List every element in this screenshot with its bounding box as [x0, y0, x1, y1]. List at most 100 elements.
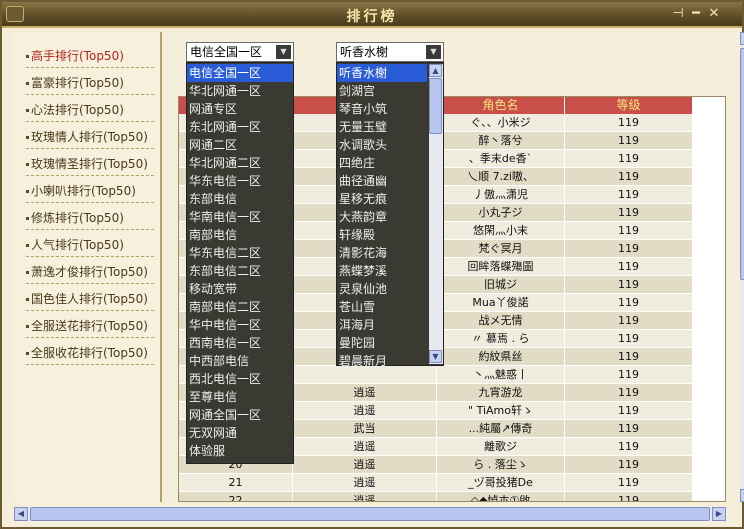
category-list: 高手排行(Top50) 富豪排行(Top50) 心法排行(Top50) 玫瑰情人排行(…	[12, 32, 162, 502]
category-item[interactable]: 玫瑰情圣排行(Top50)	[26, 152, 154, 176]
dropdown-option[interactable]: 移动宽带	[187, 280, 293, 298]
cell-level: 119	[565, 258, 693, 276]
dropdown-option[interactable]: 苍山雪	[337, 298, 427, 316]
chevron-down-icon[interactable]: ▼	[276, 45, 291, 59]
col-header-level[interactable]: 等级	[565, 97, 693, 114]
server-select[interactable]: 电信全国一区 ▼	[186, 42, 294, 62]
dropdown-option[interactable]: 华东电信二区	[187, 244, 293, 262]
dropdown-option[interactable]: 无双网通	[187, 424, 293, 442]
dropdown-option[interactable]: 南部电信二区	[187, 298, 293, 316]
dropdown-option[interactable]: 东北网通一区	[187, 118, 293, 136]
category-item[interactable]: 国色佳人排行(Top50)	[26, 287, 154, 311]
dropdown-option[interactable]: 体验服	[187, 442, 293, 460]
chevron-down-icon[interactable]: ▼	[426, 45, 441, 59]
cell-name: 悠閑灬小末	[437, 222, 565, 240]
category-item[interactable]: 小喇叭排行(Top50)	[26, 179, 154, 203]
dropdown-option[interactable]: 燕蝶梦溪	[337, 262, 427, 280]
dropdown-option[interactable]: 无量玉璧	[337, 118, 427, 136]
pin-icon[interactable]: ⊣	[670, 6, 686, 22]
dropdown-option[interactable]: 轩缘殿	[337, 226, 427, 244]
scroll-up-icon[interactable]: ▲	[740, 32, 744, 45]
dropdown-option[interactable]: 琴音小筑	[337, 100, 427, 118]
dropdown-option[interactable]: 曼陀园	[337, 334, 427, 352]
cell-name: ら . 落尘ゝ	[437, 456, 565, 474]
dropdown-option[interactable]: 星移无痕	[337, 190, 427, 208]
dropdown-option[interactable]: 网通全国一区	[187, 406, 293, 424]
category-item[interactable]: 玫瑰情人排行(Top50)	[26, 125, 154, 149]
cell-name: 梵ぐ冥月	[437, 240, 565, 258]
category-label: 全服送花排行(Top50)	[31, 319, 148, 333]
scroll-left-icon[interactable]: ◀	[14, 507, 28, 521]
dropdown-option[interactable]: 华北网通一区	[187, 82, 293, 100]
dropdown-option[interactable]: 西南电信一区	[187, 334, 293, 352]
category-item[interactable]: 人气排行(Top50)	[26, 233, 154, 257]
dropdown-option[interactable]: 东部电信二区	[187, 262, 293, 280]
scroll-right-icon[interactable]: ▶	[712, 507, 726, 521]
bullet-icon	[26, 298, 29, 301]
table-vertical-scrollbar[interactable]: ▲ ▼	[740, 32, 744, 502]
bullet-icon	[26, 109, 29, 112]
scroll-up-icon[interactable]: ▲	[429, 64, 442, 77]
dropdown-option[interactable]: 洱海月	[337, 316, 427, 334]
table-row[interactable]: 22 逍遥 ◇◆悼朩①敓 119	[179, 492, 725, 501]
dropdown-option[interactable]: 东部电信	[187, 190, 293, 208]
category-item[interactable]: 萧逸才俊排行(Top50)	[26, 260, 154, 284]
hscroll-thumb[interactable]	[30, 507, 710, 521]
category-item[interactable]: 全服收花排行(Top50)	[26, 341, 154, 365]
dropdown-option[interactable]: 四绝庄	[337, 154, 427, 172]
sub-select[interactable]: 听香水榭 ▼	[336, 42, 444, 62]
table-row[interactable]: 21 逍遥 _ヅ哥投猪De 119	[179, 474, 725, 492]
cell-level: 119	[565, 276, 693, 294]
scroll-down-icon[interactable]: ▼	[429, 350, 442, 363]
bullet-icon	[26, 244, 29, 247]
category-item[interactable]: 全服送花排行(Top50)	[26, 314, 154, 338]
category-label: 修炼排行(Top50)	[31, 211, 124, 225]
dropdown-option[interactable]: 清影花海	[337, 244, 427, 262]
scroll-thumb[interactable]	[740, 48, 744, 280]
sub-dropdown: 听香水榭 剑湖宫 琴音小筑 无量玉璧 水调歌头 四绝庄 曲径通幽 星移无痕 大燕韵章 轩缘殿 清影花…	[336, 62, 444, 368]
cell-sect: 逍遥	[293, 474, 437, 492]
dropdown-option[interactable]: 水调歌头	[337, 136, 427, 154]
category-label: 人气排行(Top50)	[31, 238, 124, 252]
dropdown-option[interactable]: 至尊电信	[187, 388, 293, 406]
dropdown-option[interactable]: 西北电信一区	[187, 370, 293, 388]
dropdown-option[interactable]: 电信全国一区	[187, 64, 293, 82]
category-label: 高手排行(Top50)	[31, 49, 124, 63]
cell-name: 離歌ジ	[437, 438, 565, 456]
title-bar[interactable]: 排行榜 ⊣ ━ ✕	[2, 2, 742, 28]
category-item[interactable]: 心法排行(Top50)	[26, 98, 154, 122]
category-item[interactable]: 修炼排行(Top50)	[26, 206, 154, 230]
minimize-icon[interactable]: ━	[688, 6, 704, 22]
col-header-name[interactable]: 角色名	[437, 97, 565, 114]
dropdown-option[interactable]: 网通专区	[187, 100, 293, 118]
dropdown-option[interactable]: 华北网通二区	[187, 154, 293, 172]
category-item[interactable]: 高手排行(Top50)	[26, 44, 154, 68]
category-label: 萧逸才俊排行(Top50)	[31, 265, 148, 279]
cell-level: 119	[565, 132, 693, 150]
dropdown-option[interactable]: 大燕韵章	[337, 208, 427, 226]
cell-name: 回眸落蝶殤圖	[437, 258, 565, 276]
dropdown-option[interactable]: 华南电信一区	[187, 208, 293, 226]
dropdown-option[interactable]: 中西部电信	[187, 352, 293, 370]
scroll-thumb[interactable]	[429, 78, 442, 134]
dropdown-option[interactable]: 听香水榭	[337, 64, 427, 82]
category-item[interactable]: 富豪排行(Top50)	[26, 71, 154, 95]
dropdown-option[interactable]: 华东电信一区	[187, 172, 293, 190]
dropdown-option[interactable]: 曲径通幽	[337, 172, 427, 190]
dropdown-option[interactable]: 华中电信一区	[187, 316, 293, 334]
sub-dropdown-scrollbar[interactable]: ▲ ▼	[429, 64, 443, 364]
dropdown-option[interactable]: 剑湖宫	[337, 82, 427, 100]
close-icon[interactable]: ✕	[706, 6, 722, 22]
dropdown-option[interactable]: 网通二区	[187, 136, 293, 154]
scroll-down-icon[interactable]: ▼	[740, 489, 744, 502]
cell-name: ぐ、、小米ジ	[437, 114, 565, 132]
bullet-icon	[26, 217, 29, 220]
cell-name: 乀顺 7.zi嗷、	[437, 168, 565, 186]
horizontal-scrollbar[interactable]: ◀ ▶	[14, 507, 726, 521]
dropdown-option[interactable]: 南部电信	[187, 226, 293, 244]
dropdown-option[interactable]: 碧晨新月	[337, 352, 427, 370]
cell-name: 丶灬魅惑丨	[437, 366, 565, 384]
dropdown-option[interactable]: 灵泉仙池	[337, 280, 427, 298]
cell-name: 小丸子ジ	[437, 204, 565, 222]
cell-level: 119	[565, 294, 693, 312]
